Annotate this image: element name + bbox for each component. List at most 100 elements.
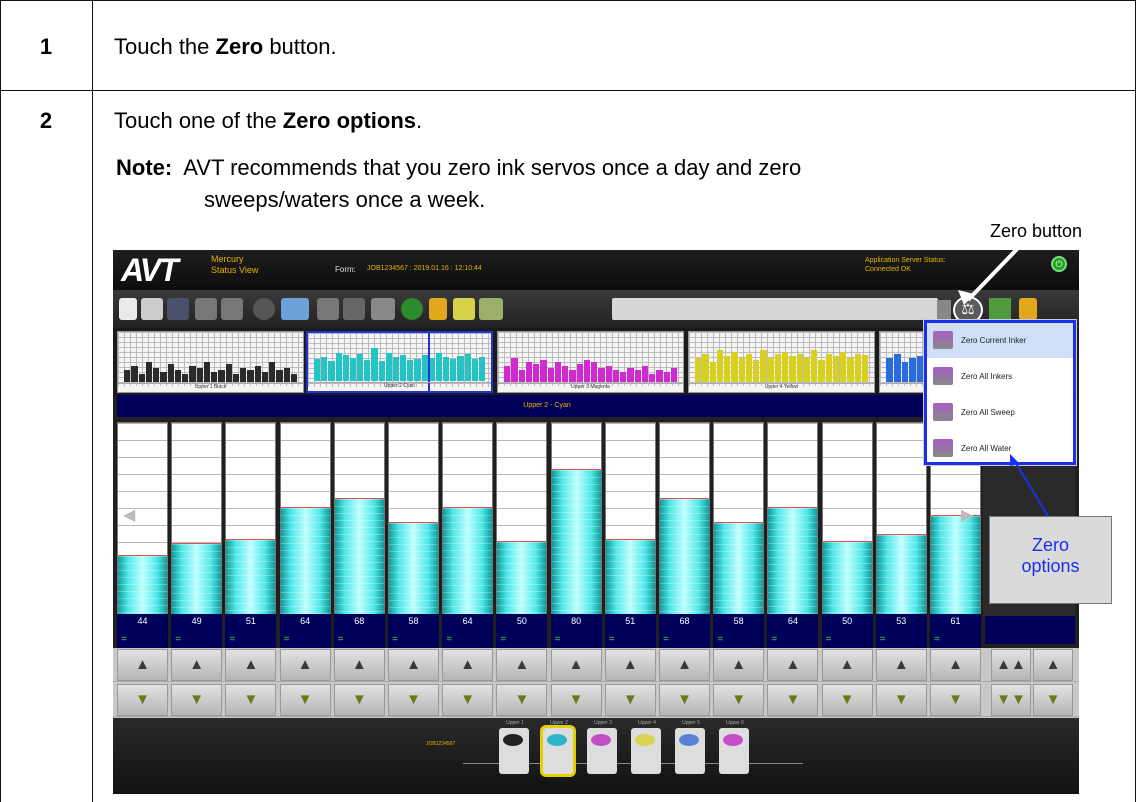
increase-ink-button[interactable]: ▲ xyxy=(821,649,873,681)
decrease-ink-button[interactable]: ▼ xyxy=(279,684,331,716)
unit-thumbnail[interactable]: Upper 4 Yellow xyxy=(688,331,875,393)
unit-bar xyxy=(145,362,152,382)
increase-ink-button[interactable]: ▲ xyxy=(767,649,819,681)
copy-icon[interactable] xyxy=(281,298,309,320)
increase-ink-button[interactable]: ▲ xyxy=(442,649,494,681)
increase-ink-button[interactable]: ▲ xyxy=(225,649,277,681)
unit-bar xyxy=(504,366,511,382)
tray-unit-button[interactable]: Upper 6 xyxy=(719,720,751,776)
increase-ink-button[interactable]: ▲ xyxy=(279,649,331,681)
decrease-ink-button[interactable]: ▼ xyxy=(333,684,385,716)
step-text-bold: Zero xyxy=(215,34,264,59)
unit-bars xyxy=(314,341,486,381)
unit-bars xyxy=(504,342,677,382)
tool-icon[interactable] xyxy=(317,298,339,320)
decrease-ink-button[interactable]: ▼ xyxy=(875,684,927,716)
decrease-ink-button[interactable]: ▼ xyxy=(713,684,765,716)
unit-thumbnail[interactable]: Upper 3 Magenta xyxy=(497,331,684,393)
tray-unit-button[interactable]: Upper 1 xyxy=(499,720,531,776)
unit-label: Upper 1 Black xyxy=(118,383,303,392)
unit-bar xyxy=(634,370,641,382)
unit-bar xyxy=(620,372,627,382)
decrease-ink-button[interactable]: ▼ xyxy=(930,684,981,716)
chart-icon[interactable] xyxy=(479,298,503,320)
zero-all-inkers-option[interactable]: Zero All Inkers xyxy=(927,359,1073,394)
decrease-ink-button[interactable]: ▼ xyxy=(117,684,168,716)
toolbar-text-field[interactable] xyxy=(612,298,938,320)
green-toggle-icon[interactable] xyxy=(989,298,1011,320)
ink-color-icon xyxy=(503,734,523,746)
settings-icon[interactable] xyxy=(195,298,217,320)
unit-bar xyxy=(457,356,464,381)
unit-bar xyxy=(731,352,738,382)
check-icon[interactable] xyxy=(401,298,423,320)
unit-bar xyxy=(825,354,832,382)
increase-ink-button[interactable]: ▲ xyxy=(171,649,223,681)
power-icon[interactable]: ⏻ xyxy=(1051,256,1067,272)
increase-all-button[interactable]: ▲▲ xyxy=(991,649,1031,681)
zero-button-callout: Zero button xyxy=(990,221,1083,241)
decrease-ink-button[interactable]: ▼ xyxy=(388,684,439,716)
scroll-right-icon[interactable]: ▶ xyxy=(961,505,973,525)
increase-ink-button[interactable]: ▲ xyxy=(875,649,927,681)
refresh-icon[interactable] xyxy=(343,298,365,320)
report-icon[interactable] xyxy=(453,298,475,320)
server-status-label: Application Server Status: xyxy=(865,257,946,264)
decrease-ink-button[interactable]: ▼ xyxy=(659,684,710,716)
decrease-ink-button[interactable]: ▼ xyxy=(767,684,819,716)
zero-all-sweep-icon xyxy=(933,403,953,421)
increase-ink-button[interactable]: ▲ xyxy=(550,649,602,681)
lock-icon[interactable] xyxy=(429,298,447,320)
decrease-ink-button[interactable]: ▼ xyxy=(496,684,548,716)
unit-bar xyxy=(196,368,203,382)
zero-all-water-option[interactable]: Zero All Water xyxy=(927,431,1073,466)
tray-unit-card xyxy=(675,728,705,774)
increase-ink-button[interactable]: ▲ xyxy=(930,649,981,681)
increase-ink-button[interactable]: ▲ xyxy=(117,649,168,681)
increase-ink-button[interactable]: ▲ xyxy=(713,649,765,681)
print-icon[interactable] xyxy=(221,298,243,320)
tray-unit-card xyxy=(587,728,617,774)
decrease-ink-button[interactable]: ▼ xyxy=(442,684,494,716)
percent-icon[interactable] xyxy=(371,298,395,320)
edit-icon[interactable] xyxy=(141,298,163,320)
decrease-all-button[interactable]: ▼▼ xyxy=(991,684,1031,716)
zero-current-inker-option[interactable]: Zero Current Inker xyxy=(927,323,1073,358)
decrease-ink-button[interactable]: ▼ xyxy=(821,684,873,716)
new-document-icon[interactable] xyxy=(119,298,137,320)
adjust-icon[interactable] xyxy=(937,300,951,320)
unit-bar xyxy=(342,355,349,381)
option-label: Zero Current Inker xyxy=(961,336,1027,345)
save-icon[interactable] xyxy=(167,298,189,320)
unit-thumbnail-selected[interactable]: Upper 2 Cyan xyxy=(306,331,493,393)
tray-unit-button[interactable]: Upper 5 xyxy=(675,720,707,776)
scroll-left-icon[interactable]: ◀ xyxy=(123,505,135,525)
globe-icon[interactable] xyxy=(253,298,275,320)
step-number: 2 xyxy=(39,108,53,133)
equal-icon: = xyxy=(500,634,507,645)
padlock-icon[interactable] xyxy=(1019,298,1037,320)
decrease-ink-button[interactable]: ▼ xyxy=(225,684,277,716)
increase-ink-button[interactable]: ▲ xyxy=(388,649,439,681)
decrease-side-button[interactable]: ▼ xyxy=(1033,684,1073,716)
increase-ink-button[interactable]: ▲ xyxy=(496,649,548,681)
decrease-row: ▼ ▼ ▼ ▼ ▼ ▼ ▼ ▼ ▼ ▼ ▼ ▼ ▼ ▼ ▼ ▼ ▼▼ ▼ xyxy=(113,683,1079,717)
increase-ink-button[interactable]: ▲ xyxy=(659,649,710,681)
tray-unit-button[interactable]: Upper 3 xyxy=(587,720,619,776)
increase-ink-button[interactable]: ▲ xyxy=(604,649,656,681)
unit-bar xyxy=(290,374,297,382)
unit-bars xyxy=(124,342,297,382)
form-value: JOB1234567 : 2019.01.16 : 12:10:44 xyxy=(367,265,482,272)
decrease-ink-button[interactable]: ▼ xyxy=(550,684,602,716)
decrease-ink-button[interactable]: ▼ xyxy=(604,684,656,716)
increase-ink-button[interactable]: ▲ xyxy=(333,649,385,681)
increase-side-button[interactable]: ▲ xyxy=(1033,649,1073,681)
decrease-ink-button[interactable]: ▼ xyxy=(171,684,223,716)
unit-thumbnail[interactable]: Upper 1 Black xyxy=(117,331,304,393)
tray-unit-button[interactable]: Upper 4 xyxy=(631,720,663,776)
unit-bar xyxy=(160,372,167,382)
step-text: Touch the Zero button. xyxy=(114,34,337,60)
increase-row: ▲ ▲ ▲ ▲ ▲ ▲ ▲ ▲ ▲ ▲ ▲ ▲ ▲ ▲ ▲ ▲ ▲▲ ▲ xyxy=(113,648,1079,682)
tray-unit-button[interactable]: Upper 2 xyxy=(543,720,575,776)
zero-all-sweep-option[interactable]: Zero All Sweep xyxy=(927,395,1073,430)
